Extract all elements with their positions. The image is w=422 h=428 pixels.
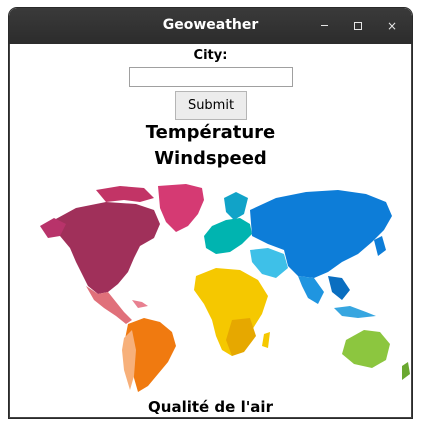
windspeed-heading: Windspeed	[154, 148, 267, 169]
minimize-icon[interactable]	[316, 17, 334, 35]
madagascar-shape	[262, 332, 270, 348]
maximize-icon[interactable]	[349, 17, 367, 35]
new-zealand-shape	[402, 362, 410, 380]
south-asia-shape	[298, 276, 324, 304]
main-content: City: Submit Température Windspeed Quali…	[9, 44, 412, 418]
app-window: Geoweather × City: Submit Température Wi…	[9, 8, 412, 418]
caribbean-shape	[132, 300, 148, 308]
close-icon[interactable]: ×	[383, 17, 401, 35]
indonesia-shape	[334, 306, 376, 318]
city-label: City:	[193, 48, 228, 63]
air-quality-heading: Qualité de l'air	[148, 398, 273, 416]
canada-islands-shape	[96, 186, 154, 202]
scandinavia-shape	[224, 192, 248, 220]
japan-shape	[374, 236, 386, 256]
australia-shape	[342, 330, 390, 368]
middle-east-shape	[250, 248, 288, 278]
greenland-shape	[158, 184, 204, 232]
central-america-shape	[86, 286, 132, 324]
southeast-asia-shape	[328, 276, 350, 300]
submit-button[interactable]: Submit	[175, 91, 247, 120]
city-input[interactable]	[129, 67, 293, 87]
europe-shape	[204, 218, 252, 254]
north-america-shape	[50, 202, 160, 294]
title-bar[interactable]: Geoweather ×	[9, 8, 412, 44]
temperature-heading: Température	[145, 122, 276, 143]
world-map-image	[40, 184, 410, 392]
